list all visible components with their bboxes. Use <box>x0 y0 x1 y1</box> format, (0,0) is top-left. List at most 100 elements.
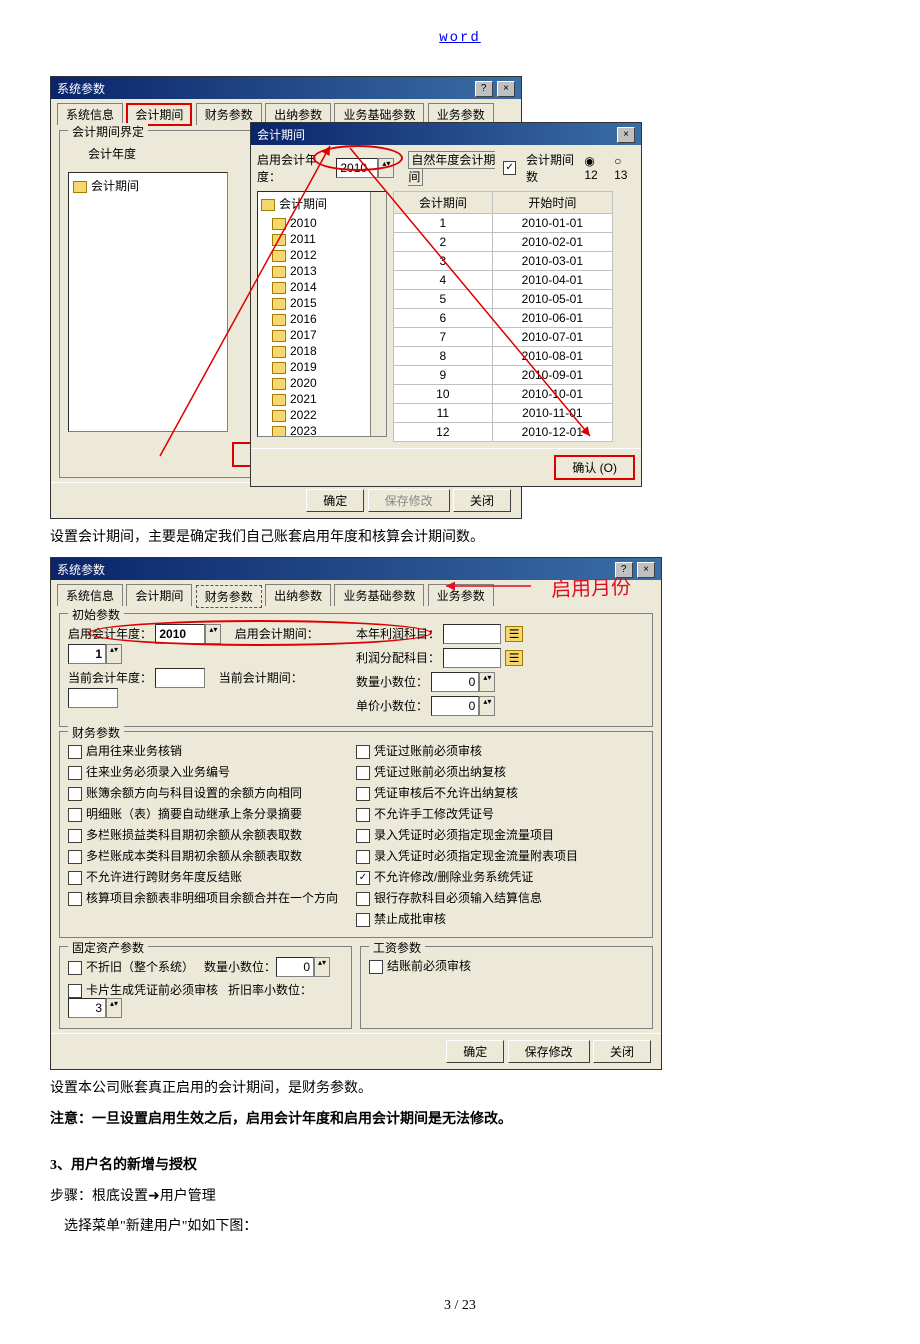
year-node[interactable]: 2014 <box>272 279 386 295</box>
checkbox[interactable] <box>68 745 82 759</box>
checkbox[interactable] <box>356 892 370 906</box>
spinner-icon[interactable]: ▴▾ <box>479 696 495 716</box>
checkbox[interactable] <box>356 850 370 864</box>
checkbox[interactable]: ✓ <box>356 871 370 885</box>
table-row[interactable]: 72010-07-01 <box>394 328 613 347</box>
close-icon[interactable]: × <box>497 81 515 97</box>
confirm-button[interactable]: 确认 (O) <box>554 455 635 480</box>
period-table: 会计期间 开始时间 12010-01-0122010-02-0132010-03… <box>393 191 613 442</box>
period-count-label: 会计期间数 <box>526 151 578 185</box>
table-row[interactable]: 22010-02-01 <box>394 233 613 252</box>
year-node[interactable]: 2016 <box>272 311 386 327</box>
checkbox[interactable] <box>68 892 82 906</box>
current-year-input <box>155 668 205 688</box>
spinner-icon[interactable]: ▴▾ <box>378 158 394 178</box>
tree-root-1[interactable]: 会计期间 <box>73 177 223 194</box>
checkbox[interactable] <box>356 787 370 801</box>
ok-button-2[interactable]: 确定 <box>446 1040 504 1063</box>
window-title-2: 系统参数 <box>57 561 105 578</box>
checkbox[interactable] <box>68 766 82 780</box>
radio-13[interactable]: ○ 13 <box>614 154 635 182</box>
tab2-accounting-period[interactable]: 会计期间 <box>126 584 192 606</box>
fa-rate-dec-input[interactable] <box>68 998 106 1018</box>
spinner-icon[interactable]: ▴▾ <box>205 624 221 644</box>
checkbox[interactable] <box>356 829 370 843</box>
checkbox[interactable] <box>356 913 370 927</box>
tab2-biz-params[interactable]: 业务参数 <box>428 584 494 606</box>
fin-option-label: 凭证审核后不允许出纳复核 <box>374 786 518 800</box>
profit-dist-input[interactable] <box>443 648 501 668</box>
spinner-icon[interactable]: ▴▾ <box>106 644 122 664</box>
enable-period-input-2[interactable] <box>68 644 106 664</box>
popup-close-icon[interactable]: × <box>617 127 635 143</box>
year-node[interactable]: 2020 <box>272 375 386 391</box>
lookup-icon[interactable]: ☰ <box>505 650 524 666</box>
year-node[interactable]: 2019 <box>272 359 386 375</box>
year-node[interactable]: 2015 <box>272 295 386 311</box>
table-row[interactable]: 92010-09-01 <box>394 366 613 385</box>
checkbox[interactable] <box>356 808 370 822</box>
qty-decimal-input[interactable] <box>431 672 479 692</box>
year-node[interactable]: 2021 <box>272 391 386 407</box>
help-icon-2[interactable]: ? <box>615 562 633 578</box>
year-node[interactable]: 2011 <box>272 231 386 247</box>
table-row[interactable]: 32010-03-01 <box>394 252 613 271</box>
close-button-2[interactable]: 关闭 <box>593 1040 651 1063</box>
lookup-icon[interactable]: ☰ <box>505 626 524 642</box>
spinner-icon[interactable]: ▴▾ <box>479 672 495 692</box>
fin-option: 录入凭证时必须指定现金流量项目 <box>356 824 644 845</box>
year-node[interactable]: 2022 <box>272 407 386 423</box>
year-node[interactable]: 2010 <box>272 215 386 231</box>
fa-card-audit-checkbox[interactable] <box>68 984 82 998</box>
header-word-link: word <box>50 30 870 46</box>
checkbox[interactable] <box>68 808 82 822</box>
year-node[interactable]: 2012 <box>272 247 386 263</box>
help-icon[interactable]: ? <box>475 81 493 97</box>
tab-system-info[interactable]: 系统信息 <box>57 103 123 125</box>
year-node[interactable]: 2018 <box>272 343 386 359</box>
natural-year-button[interactable]: 自然年度会计期间 <box>408 151 495 186</box>
table-row[interactable]: 102010-10-01 <box>394 385 613 404</box>
tab2-biz-base-params[interactable]: 业务基础参数 <box>334 584 424 606</box>
tab2-cashier-params[interactable]: 出纳参数 <box>265 584 331 606</box>
profit-subject-label: 本年利润科目： <box>356 627 440 641</box>
table-row[interactable]: 62010-06-01 <box>394 309 613 328</box>
table-row[interactable]: 122010-12-01 <box>394 423 613 442</box>
price-decimal-input[interactable] <box>431 696 479 716</box>
save-button-2[interactable]: 保存修改 <box>508 1040 590 1063</box>
checkbox[interactable] <box>68 871 82 885</box>
spinner-icon[interactable]: ▴▾ <box>314 957 330 977</box>
checkbox[interactable] <box>68 787 82 801</box>
year-node[interactable]: 2023 <box>272 423 386 437</box>
table-row[interactable]: 52010-05-01 <box>394 290 613 309</box>
year-label: 会计年度 <box>88 147 136 161</box>
table-row[interactable]: 42010-04-01 <box>394 271 613 290</box>
tab2-finance-params[interactable]: 财务参数 <box>196 585 262 608</box>
fin-option: 银行存款科目必须输入结算信息 <box>356 887 644 908</box>
close-button-1[interactable]: 关闭 <box>453 489 511 512</box>
natural-year-checkbox[interactable]: ✓ <box>503 161 515 175</box>
radio-12[interactable]: ◉ 12 <box>584 154 608 182</box>
checkbox[interactable] <box>68 850 82 864</box>
table-row[interactable]: 82010-08-01 <box>394 347 613 366</box>
fa-no-depr-checkbox[interactable] <box>68 961 82 975</box>
checkbox[interactable] <box>356 766 370 780</box>
checkbox[interactable] <box>68 829 82 843</box>
table-row[interactable]: 12010-01-01 <box>394 214 613 233</box>
enable-year-input[interactable] <box>336 158 378 178</box>
wage-audit-checkbox[interactable] <box>369 960 383 974</box>
tab2-system-info[interactable]: 系统信息 <box>57 584 123 606</box>
year-node[interactable]: 2017 <box>272 327 386 343</box>
profit-subject-input[interactable] <box>443 624 501 644</box>
scrollbar[interactable] <box>370 192 386 436</box>
enable-year-input-2[interactable] <box>155 624 205 644</box>
spinner-icon[interactable]: ▴▾ <box>106 998 122 1018</box>
popup-tree-root[interactable]: 会计期间 <box>258 192 386 215</box>
ok-button-1[interactable]: 确定 <box>306 489 364 512</box>
close-icon-2[interactable]: × <box>637 562 655 578</box>
table-row[interactable]: 112010-11-01 <box>394 404 613 423</box>
checkbox[interactable] <box>356 745 370 759</box>
popup-titlebar: 会计期间 × <box>251 123 641 145</box>
year-node[interactable]: 2013 <box>272 263 386 279</box>
fa-qty-dec-input[interactable] <box>276 957 314 977</box>
